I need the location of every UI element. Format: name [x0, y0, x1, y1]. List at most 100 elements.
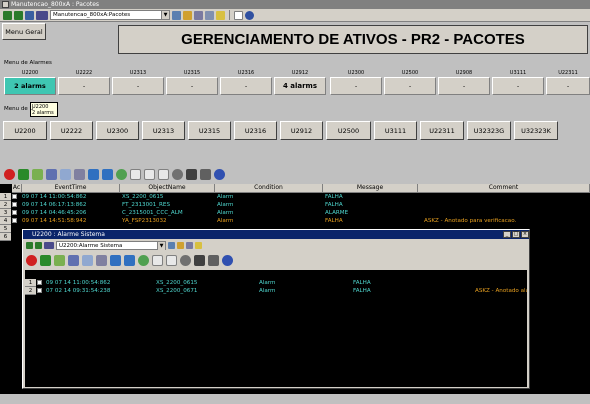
unit-button-u2200[interactable]: U2200: [3, 121, 47, 140]
column-header-comment[interactable]: Comment: [418, 184, 590, 193]
acknowledge-icon[interactable]: [40, 254, 51, 266]
unit-button-u3111[interactable]: U3111: [374, 121, 417, 140]
document-icon[interactable]: [152, 254, 163, 266]
unit-button-u2912[interactable]: U2912: [280, 121, 323, 140]
stop-alarm-icon[interactable]: [4, 168, 15, 180]
alarm-menu-value[interactable]: -: [112, 77, 164, 95]
alarm-menu-value[interactable]: -: [438, 77, 490, 95]
minimize-icon[interactable]: _: [503, 231, 511, 238]
alarm-menu-value[interactable]: -: [492, 77, 544, 95]
unit-button-u2316[interactable]: U2316: [234, 121, 277, 140]
comment-icon[interactable]: [180, 254, 191, 266]
unit-button-u2300[interactable]: U2300: [96, 121, 139, 140]
unit-button-u2500[interactable]: U2500: [326, 121, 371, 140]
arrow-up-icon[interactable]: [110, 254, 121, 266]
alarm-menu-item-u3111[interactable]: U3111-: [492, 70, 544, 95]
view-icon[interactable]: [44, 242, 54, 249]
list-icon[interactable]: [82, 254, 93, 266]
arrow-down-icon[interactable]: [124, 254, 135, 266]
unit-button-u22311[interactable]: U22311: [420, 121, 464, 140]
column-header-condition[interactable]: Condition: [215, 184, 323, 193]
alarm-menu-item-u2222[interactable]: U2222-: [58, 70, 110, 95]
folder-icon[interactable]: [216, 10, 225, 20]
filter-icon[interactable]: [68, 254, 79, 266]
unit-button-u32323g[interactable]: U32323G: [467, 121, 511, 140]
alarm-menu-value[interactable]: -: [166, 77, 218, 95]
refresh-icon[interactable]: [138, 254, 149, 266]
alarm-menu-value[interactable]: -: [330, 77, 382, 95]
navigate-icon[interactable]: [172, 10, 181, 20]
alarm-menu-item-u2300[interactable]: U2300-: [330, 70, 382, 95]
unit-button-u2313[interactable]: U2313: [142, 121, 185, 140]
navigate-icon[interactable]: [168, 242, 175, 249]
table-row[interactable]: 1 09 07 14 11:00:54:862 XS_2200_0615 Alarm F…: [25, 279, 527, 287]
help-icon[interactable]: [245, 10, 254, 20]
back-icon[interactable]: [26, 242, 33, 249]
page-icon[interactable]: [234, 10, 243, 20]
unit-button-u32323k[interactable]: U32323K: [514, 121, 558, 140]
column-header-eventtime[interactable]: EventTime: [22, 184, 120, 193]
alarm-menu-item-u2316[interactable]: U2316-: [220, 70, 272, 95]
address-field[interactable]: Manutencao_800xA:Pacotes ▼: [50, 10, 170, 20]
alarm-menu-value[interactable]: -: [220, 77, 272, 95]
stop-icon[interactable]: [194, 254, 205, 266]
alarm-menu-value[interactable]: -: [546, 77, 590, 95]
print-icon[interactable]: [74, 168, 85, 180]
acknowledge-icon[interactable]: [18, 168, 29, 180]
table-row[interactable]: 4 09 07 14 14:51:58:942 YA_FSP2313032 Alarm…: [0, 217, 590, 225]
alarm-menu-item-u22311[interactable]: U22311-: [546, 70, 590, 95]
alarm-menu-value[interactable]: 4 alarms: [274, 77, 326, 95]
table-row[interactable]: 1 09 07 14 11:00:54:862 XS_2200_0615 Alarm F…: [0, 193, 590, 201]
column-header-message[interactable]: Message: [25, 298, 121, 305]
alarm-menu-item-u2200[interactable]: U2200 2 alarms: [4, 70, 56, 95]
refresh-icon[interactable]: [116, 168, 127, 180]
alarm-menu-item-u2500[interactable]: U2500-: [384, 70, 436, 95]
forward-icon[interactable]: [14, 10, 23, 20]
maximize-icon[interactable]: □: [512, 231, 520, 238]
settings-page-icon[interactable]: [158, 168, 169, 180]
alarm-menu-item-u2912[interactable]: U2912 4 alarms: [274, 70, 326, 95]
column-header-message[interactable]: Message: [323, 184, 418, 193]
row-checkbox[interactable]: [12, 193, 18, 201]
column-header-ac[interactable]: Ac: [25, 270, 34, 277]
unit-button-u2222[interactable]: U2222: [50, 121, 93, 140]
alarm-menu-item-u2313[interactable]: U2313-: [112, 70, 164, 95]
table-row[interactable]: 2 07 02 14 09:31:54:238 XS_2200_0671 Alarm F…: [25, 287, 527, 295]
chevron-down-icon[interactable]: ▼: [157, 242, 165, 250]
column-header-objectname[interactable]: ObjectName: [120, 184, 215, 193]
ack-all-icon[interactable]: [32, 168, 43, 180]
grid-icon[interactable]: [208, 254, 219, 266]
row-checkbox[interactable]: [12, 201, 18, 209]
comment-icon[interactable]: [172, 168, 183, 180]
back-icon[interactable]: [3, 10, 12, 20]
forward-icon[interactable]: [35, 242, 42, 249]
stop-icon[interactable]: [186, 168, 197, 180]
arrow-down-icon[interactable]: [102, 168, 113, 180]
row-checkbox[interactable]: [37, 279, 43, 287]
alarm-menu-value[interactable]: -: [58, 77, 110, 95]
row-checkbox[interactable]: [12, 217, 18, 225]
unit-button-u2315[interactable]: U2315: [188, 121, 231, 140]
grid-icon[interactable]: [200, 168, 211, 180]
table-row[interactable]: 2 09 07 14 06:17:13:862 FT_2313001_RES Alar…: [0, 201, 590, 209]
tool-icon[interactable]: [194, 10, 203, 20]
print-icon[interactable]: [96, 254, 107, 266]
alarm-menu-value[interactable]: 2 alarms: [4, 77, 56, 95]
favorite-icon[interactable]: [177, 242, 184, 249]
popup-address-field[interactable]: U2200:Alarme Sistema ▼: [56, 241, 166, 250]
export-icon[interactable]: [166, 254, 177, 266]
column-header-ac[interactable]: Ac: [12, 184, 22, 193]
tool-icon[interactable]: [186, 242, 193, 249]
alarm-menu-value[interactable]: -: [384, 77, 436, 95]
home-icon[interactable]: [25, 10, 34, 20]
document-icon[interactable]: [130, 168, 141, 180]
filter-icon[interactable]: [46, 168, 57, 180]
export-icon[interactable]: [144, 168, 155, 180]
menu-geral-button[interactable]: Menu Geral: [2, 23, 46, 40]
ack-all-icon[interactable]: [54, 254, 65, 266]
alarm-menu-item-u2315[interactable]: U2315-: [166, 70, 218, 95]
help-icon[interactable]: [214, 168, 225, 180]
stop-alarm-icon[interactable]: [26, 254, 37, 266]
arrow-up-icon[interactable]: [88, 168, 99, 180]
favorite-icon[interactable]: [183, 10, 192, 20]
